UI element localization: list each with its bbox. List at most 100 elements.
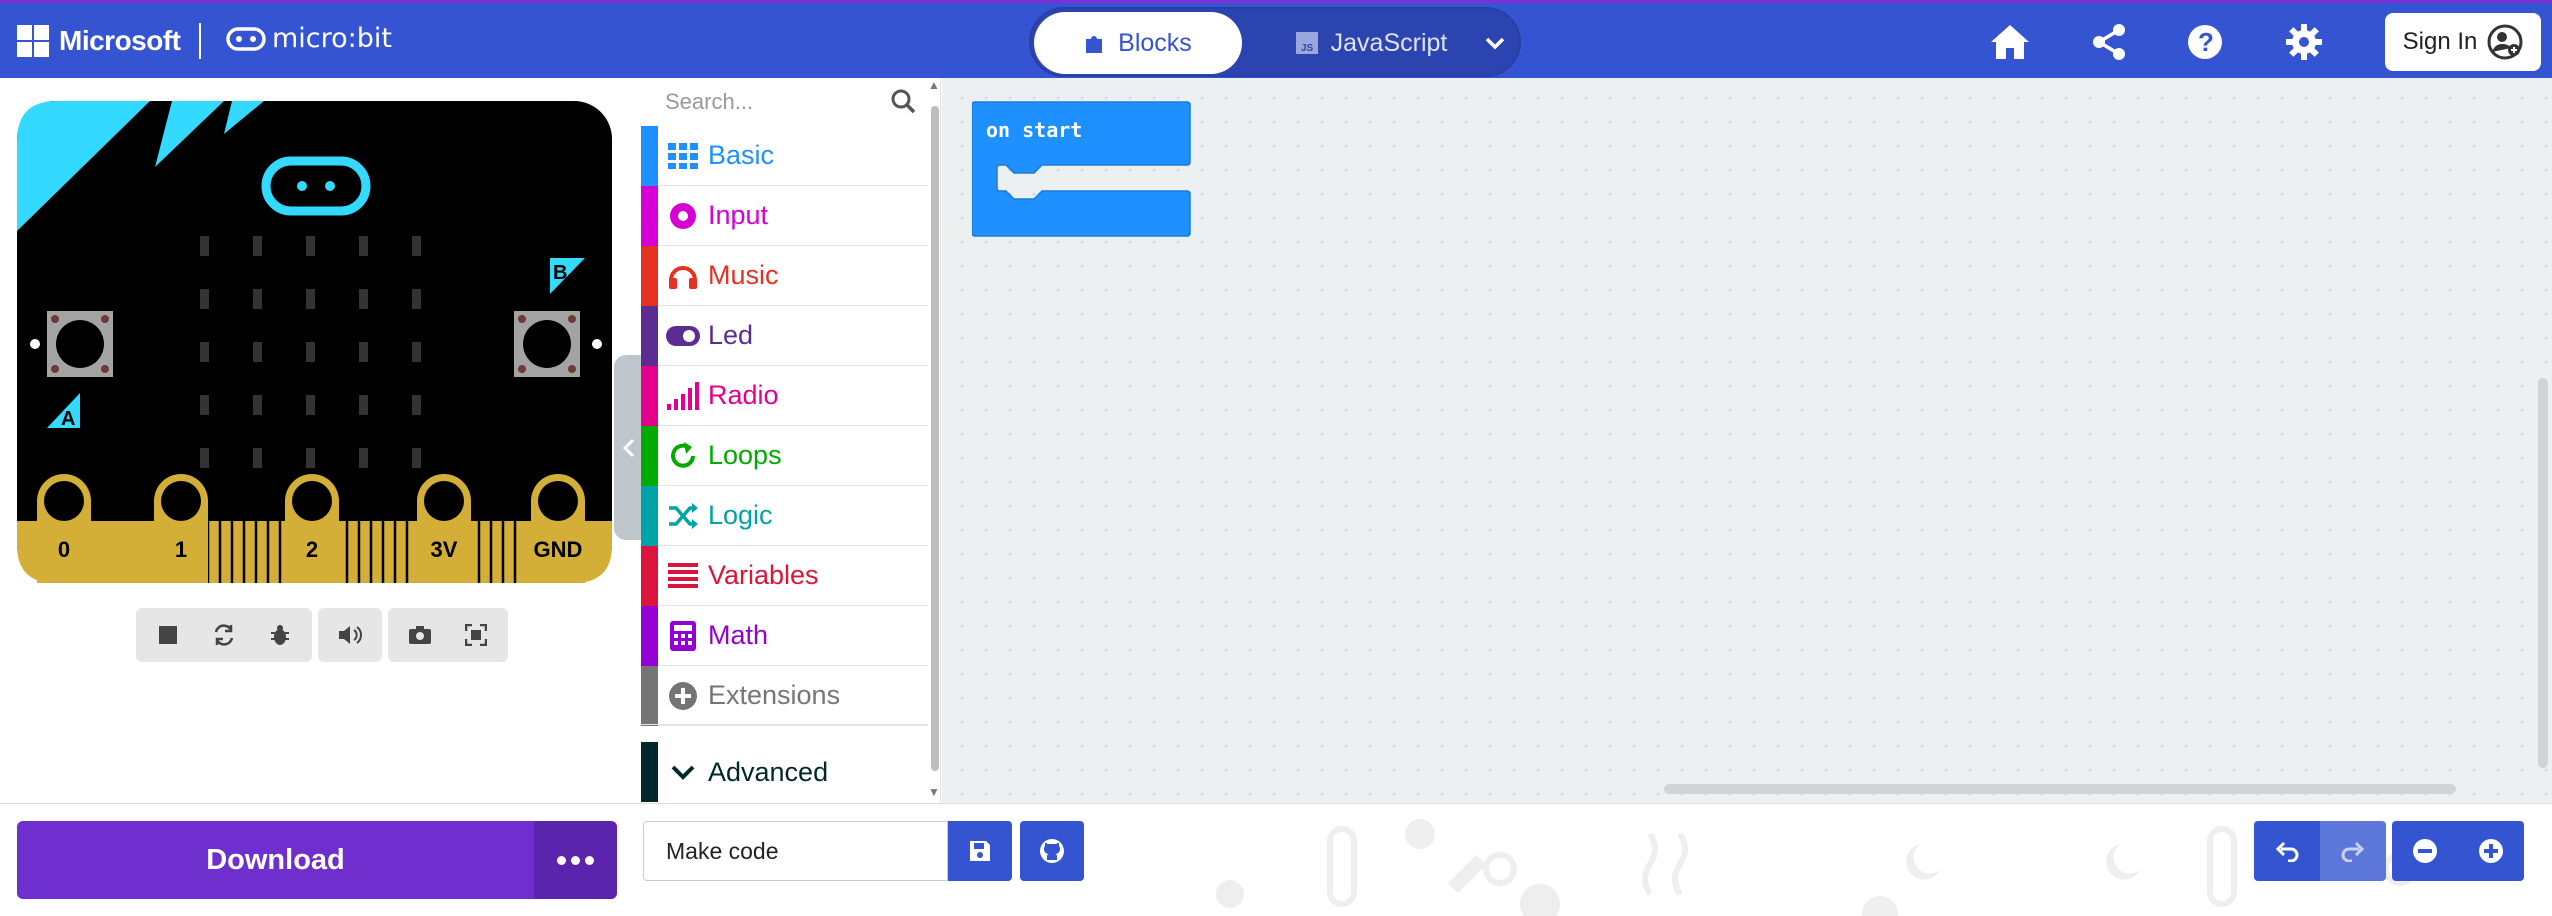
toolbox-divider [641,724,928,742]
microbit-face-icon [226,26,266,51]
category-basic[interactable]: Basic [641,125,928,186]
category-stripe [641,305,658,366]
category-loops[interactable]: Loops [641,425,928,486]
redo-icon [2341,841,2365,862]
category-math[interactable]: Math [641,605,928,666]
category-logic[interactable]: Logic [641,485,928,546]
category-music[interactable]: Music [641,245,928,306]
category-extensions[interactable]: Extensions [641,665,928,726]
dot [571,855,580,865]
microsoft-logo[interactable]: Microsoft [17,25,181,57]
undo-button[interactable] [2254,821,2320,881]
fullscreen-icon [465,624,487,646]
restart-icon [214,624,234,646]
header-separator [199,23,201,59]
headphones-icon [658,262,708,290]
category-label: Variables [708,560,819,590]
blocks-workspace[interactable]: on start [942,78,2552,803]
category-stripe [641,365,658,426]
pin-1-label: 1 [175,537,187,562]
category-stripe [641,665,658,726]
settings-icon [2286,24,2322,60]
zoom-in-button[interactable] [2458,821,2524,881]
toolbox-scrollbar[interactable] [931,106,939,771]
category-stripe [641,742,658,802]
github-icon [1040,839,1064,863]
category-advanced[interactable]: Advanced [641,742,928,802]
tab-javascript[interactable]: JS JavaScript [1271,12,1471,74]
toolbox-panel: Search... Basic Input Music Led Radio Lo… [641,78,941,803]
workspace-vertical-scrollbar[interactable] [2538,378,2548,768]
pin-0-label: 0 [58,537,70,562]
share-button[interactable] [2084,17,2134,67]
microbit-product-text: micro:bit [272,23,392,54]
chevron-down-icon [1485,37,1505,50]
microbit-board[interactable]: A B 0 1 2 3V GND [17,101,612,583]
zoom-out-button[interactable] [2392,821,2458,881]
pin-2-label: 2 [306,537,318,562]
dot [557,855,566,865]
category-label: Extensions [708,680,841,710]
restart-button[interactable] [196,608,252,662]
category-led[interactable]: Led [641,305,928,366]
help-button[interactable]: ? [2180,17,2230,67]
simulator-view-group [388,608,508,662]
chevron-left-icon [622,438,635,457]
button-b-label: B [553,262,567,284]
help-icon: ? [2188,25,2222,59]
stop-button[interactable] [140,608,196,662]
pin-gnd-label: GND [534,537,583,562]
sign-in-button[interactable]: Sign In [2385,13,2541,71]
category-label: Loops [708,440,782,470]
tab-more-dropdown[interactable] [1471,12,1519,74]
save-button[interactable] [948,821,1012,881]
category-variables[interactable]: Variables [641,545,928,606]
toolbox-search[interactable]: Search... [641,78,931,126]
plus-circle-icon [658,681,708,711]
scroll-down-arrow[interactable]: ▼ [928,785,940,799]
scroll-up-arrow[interactable]: ▲ [928,78,940,92]
pin-3v-label: 3V [431,537,458,562]
svg-text:?: ? [2198,27,2214,57]
on-start-label: on start [986,118,1083,142]
undo-icon [2275,841,2299,862]
download-label: Download [206,843,345,876]
home-icon [1991,25,2029,59]
screenshot-icon [409,626,431,644]
microsoft-brand-text: Microsoft [59,25,181,56]
js-file-icon: JS [1295,32,1318,54]
debug-icon [271,625,289,645]
simulator-sound-group [318,608,382,662]
sign-in-label: Sign In [2402,28,2478,55]
github-button[interactable] [1020,821,1084,881]
fullscreen-button[interactable] [448,608,504,662]
category-input[interactable]: Input [641,185,928,246]
redo-button[interactable] [2320,821,2386,881]
button-a-label: A [61,408,75,430]
search-icon[interactable] [881,80,929,124]
mute-icon [339,626,362,644]
home-button[interactable] [1985,17,2035,67]
debug-button[interactable] [252,608,308,662]
project-name-input[interactable]: Make code [643,821,948,881]
tab-blocks[interactable]: Blocks [1034,12,1242,74]
lines-icon [658,562,708,589]
category-label: Input [708,200,769,230]
category-label: Radio [708,380,779,410]
workspace-horizontal-scrollbar[interactable] [1664,784,2456,794]
download-more-button[interactable] [534,821,617,899]
download-button[interactable]: Download [17,821,617,899]
collapse-simulator-handle[interactable] [614,355,644,540]
mute-button[interactable] [322,608,378,662]
editor-mode-switch: Blocks JS JavaScript [1029,7,1521,77]
footer-bar: Download Make code [0,803,2552,916]
category-radio[interactable]: Radio [641,365,928,426]
screenshot-button[interactable] [392,608,448,662]
settings-button[interactable] [2279,17,2329,67]
calculator-icon [658,620,708,651]
search-placeholder: Search... [665,89,754,114]
category-label: Basic [708,140,775,170]
zoom-in-icon [2479,839,2503,863]
share-icon [2093,24,2125,60]
microbit-logo[interactable]: micro:bit [226,23,392,54]
